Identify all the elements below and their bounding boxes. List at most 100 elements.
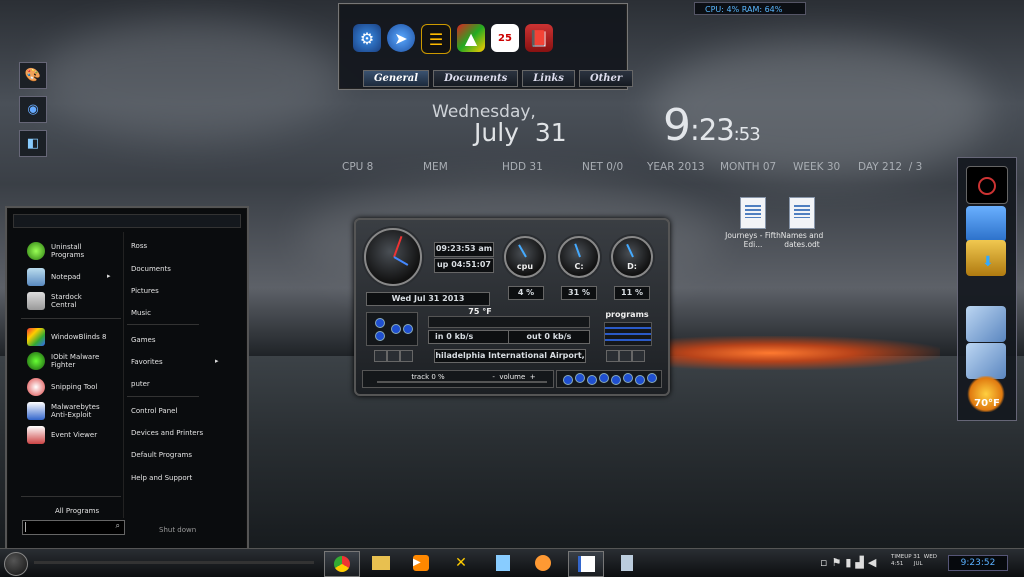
media-control-pad xyxy=(366,312,418,346)
widget-uptime: up 04:51:07 xyxy=(434,258,494,273)
control-dot[interactable] xyxy=(391,324,401,334)
file-label: Names and dates.odt xyxy=(780,231,824,249)
clock-minute: :23 xyxy=(690,113,735,147)
submenu-arrow-icon: ▸ xyxy=(215,357,219,365)
cursor-icon[interactable]: ➤ xyxy=(387,24,415,52)
search-icon[interactable]: ⌕ xyxy=(116,521,120,531)
equalizer-panel xyxy=(556,370,662,388)
explorer-icon[interactable] xyxy=(364,551,398,575)
control-dot[interactable] xyxy=(403,324,413,334)
shield-icon xyxy=(27,402,45,420)
tools-icon[interactable]: ✕ xyxy=(444,551,478,575)
menu-item-games[interactable]: Games xyxy=(131,336,156,344)
shutdown-button[interactable]: Shut down xyxy=(159,526,196,534)
globe-icon[interactable]: ◉ xyxy=(19,96,47,123)
tab-links[interactable]: Links xyxy=(522,70,575,87)
eq-dot[interactable] xyxy=(623,373,633,383)
menu-item-label: Stardock Central xyxy=(51,293,82,309)
network-icon[interactable] xyxy=(966,306,1006,342)
menu-item-stardock-central[interactable]: Stardock Central xyxy=(27,292,107,310)
paint-icon[interactable]: 🎨 xyxy=(19,62,47,89)
tab-other[interactable]: Other xyxy=(578,70,634,87)
eq-dot[interactable] xyxy=(575,373,585,383)
eq-dot[interactable] xyxy=(647,373,657,383)
menu-item-help-support[interactable]: Help and Support xyxy=(131,474,192,482)
control-dot[interactable] xyxy=(375,331,385,341)
tray-clock[interactable]: 9:23:52 xyxy=(948,555,1008,571)
small-button[interactable] xyxy=(400,350,413,362)
start-menu-header xyxy=(13,214,241,228)
small-button[interactable] xyxy=(619,350,632,362)
all-programs-button[interactable]: All Programs xyxy=(55,507,99,515)
cube-icon[interactable]: ◧ xyxy=(19,130,47,157)
drive-d-value: 11 % xyxy=(614,286,650,300)
top-launcher: ⚙ ➤ ☰ ▲ 25 📕 General Documents Links Oth… xyxy=(338,3,634,90)
menu-item-notepad[interactable]: Notepad xyxy=(27,268,107,286)
gauge-needle xyxy=(626,243,634,258)
menu-item-documents[interactable]: Documents xyxy=(131,265,171,273)
analog-clock-dial xyxy=(364,228,422,286)
menu-item-devices-printers[interactable]: Devices and Printers xyxy=(131,429,203,437)
menu-item-default-programs[interactable]: Default Programs xyxy=(131,451,192,459)
show-hidden-icon[interactable]: ▫ xyxy=(820,556,827,569)
calendar-icon[interactable]: 25 xyxy=(491,24,519,52)
action-center-icon[interactable]: ⚑ xyxy=(831,556,841,569)
book-icon[interactable]: 📕 xyxy=(525,24,553,52)
tab-general[interactable]: General xyxy=(363,70,430,87)
menu-item-computer[interactable]: puter xyxy=(131,380,150,388)
paint-icon[interactable] xyxy=(526,551,560,575)
chrome-icon[interactable] xyxy=(324,551,360,577)
menu-separator xyxy=(127,324,199,325)
network-icon-2[interactable] xyxy=(966,343,1006,379)
programs-list[interactable] xyxy=(604,322,652,346)
volume-label: - volume + xyxy=(492,373,536,381)
menu-item-ross[interactable]: Ross xyxy=(131,242,147,250)
small-button[interactable] xyxy=(606,350,619,362)
start-orb-button[interactable] xyxy=(4,552,28,576)
tab-documents[interactable]: Documents xyxy=(433,70,519,87)
writer-icon[interactable] xyxy=(568,551,604,577)
menu-item-favorites[interactable]: Favorites xyxy=(131,358,163,366)
notes-icon[interactable]: ☰ xyxy=(421,24,451,54)
power-icon[interactable]: ▮ xyxy=(845,556,851,569)
submenu-arrow-icon: ▸ xyxy=(107,272,111,280)
media-player-icon[interactable]: ▶ xyxy=(404,551,438,575)
menu-item-label: WindowBlinds 8 xyxy=(51,333,107,341)
monitor-icon[interactable] xyxy=(966,166,1008,204)
eq-dot[interactable] xyxy=(599,373,609,383)
menu-item-music[interactable]: Music xyxy=(131,309,151,317)
desktop-file-names-and-dates[interactable]: Names and dates.odt xyxy=(773,197,831,249)
menu-item-snipping-tool[interactable]: Snipping Tool xyxy=(27,378,107,396)
eq-dot[interactable] xyxy=(635,375,645,385)
windowblinds-icon xyxy=(27,328,45,346)
track-slider[interactable] xyxy=(377,381,547,383)
folder-icon[interactable]: ⬇ xyxy=(966,240,1006,276)
small-button[interactable] xyxy=(374,350,387,362)
menu-item-uninstall-programs[interactable]: Uninstall Programs xyxy=(27,242,107,260)
menu-item-iobit[interactable]: IObit Malware Fighter xyxy=(27,352,107,370)
eq-dot[interactable] xyxy=(563,375,573,385)
widget-time: 09:23:53 am xyxy=(434,242,494,257)
small-button[interactable] xyxy=(632,350,645,362)
menu-item-event-viewer[interactable]: Event Viewer xyxy=(27,426,107,444)
settings-icon[interactable]: ⚙ xyxy=(353,24,381,52)
desktop-clock: 9:23:53 xyxy=(663,100,761,151)
start-search-input[interactable]: ⌕ xyxy=(22,520,125,535)
control-panel-icon[interactable] xyxy=(966,206,1006,242)
network-signal-icon[interactable]: ▟ xyxy=(855,556,863,569)
clock-second: :53 xyxy=(733,124,761,145)
calculator-icon[interactable] xyxy=(610,551,644,575)
volume-icon[interactable]: ◀ xyxy=(868,556,876,569)
eq-dot[interactable] xyxy=(611,375,621,385)
drive-d-gauge: D: xyxy=(611,236,653,278)
menu-item-control-panel[interactable]: Control Panel xyxy=(131,407,177,415)
notepad-icon[interactable] xyxy=(486,551,520,575)
menu-column-divider xyxy=(123,232,124,518)
eq-dot[interactable] xyxy=(587,375,597,385)
apps-icon[interactable]: ▲ xyxy=(457,24,485,52)
small-button[interactable] xyxy=(387,350,400,362)
menu-item-windowblinds[interactable]: WindowBlinds 8 xyxy=(27,328,117,346)
control-dot[interactable] xyxy=(375,318,385,328)
menu-item-malwarebytes[interactable]: Malwarebytes Anti-Exploit xyxy=(27,402,107,420)
menu-item-pictures[interactable]: Pictures xyxy=(131,287,159,295)
